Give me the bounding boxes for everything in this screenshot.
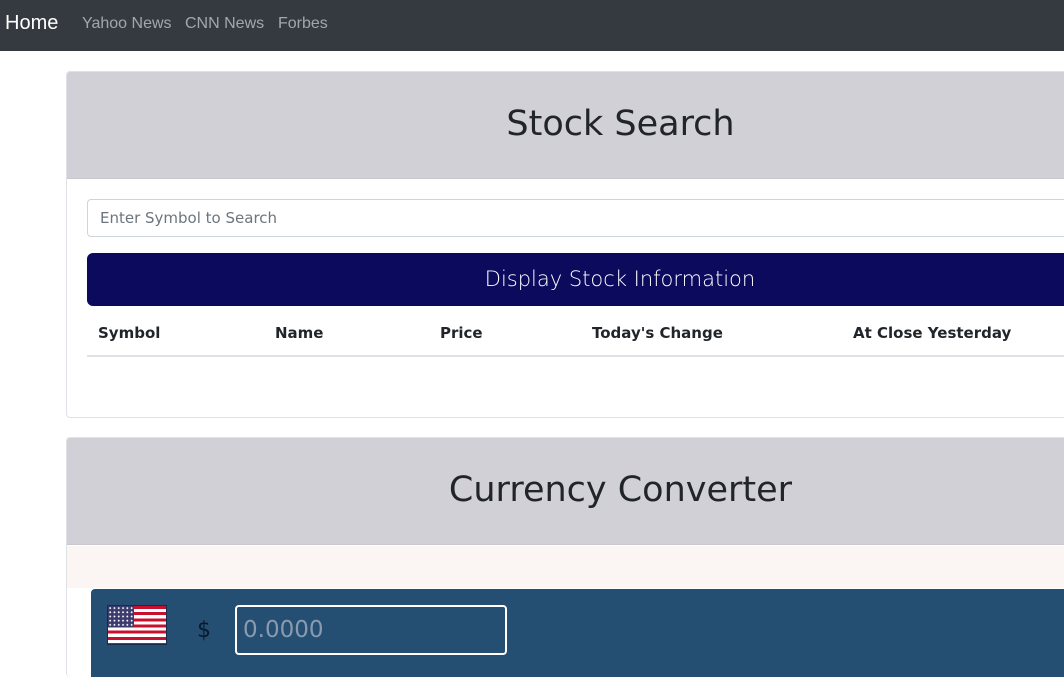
- currency-converter-header: Currency Converter: [67, 438, 1064, 545]
- usd-converter-row: $: [91, 589, 1064, 677]
- nav-link-cnn-news[interactable]: CNN News: [185, 14, 264, 34]
- display-stock-info-label: Display Stock Information: [484, 267, 756, 291]
- column-header-name: Name: [275, 311, 440, 357]
- column-header-symbol: Symbol: [87, 311, 275, 357]
- currency-converter-card: Currency Converter $: [66, 437, 1064, 677]
- nav-home-link[interactable]: Home: [5, 11, 58, 35]
- us-flag-canton: [108, 606, 134, 627]
- stock-info-table: Symbol Name Price Today's Change At Clos…: [87, 311, 1064, 357]
- currency-converter-body: [67, 546, 1064, 588]
- stock-search-title: Stock Search: [506, 104, 735, 144]
- stock-search-card: Stock Search Display Stock Information S…: [66, 71, 1064, 418]
- nav-link-forbes[interactable]: Forbes: [278, 14, 328, 34]
- display-stock-info-button[interactable]: Display Stock Information: [87, 253, 1064, 306]
- stock-table-header-row: Symbol Name Price Today's Change At Clos…: [87, 311, 1064, 357]
- usd-amount-input[interactable]: [235, 605, 507, 655]
- nav-link-yahoo-news[interactable]: Yahoo News: [82, 14, 172, 34]
- column-header-price: Price: [440, 311, 592, 357]
- stock-search-header: Stock Search: [67, 72, 1064, 179]
- currency-converter-title: Currency Converter: [448, 470, 793, 510]
- top-navbar: Home Yahoo News CNN News Forbes: [0, 0, 1064, 51]
- column-header-todays-change: Today's Change: [592, 311, 853, 357]
- currency-symbol: $: [197, 618, 211, 643]
- us-flag-icon: [107, 605, 167, 645]
- symbol-search-input[interactable]: [87, 199, 1064, 237]
- column-header-at-close-yesterday: At Close Yesterday: [853, 311, 1064, 357]
